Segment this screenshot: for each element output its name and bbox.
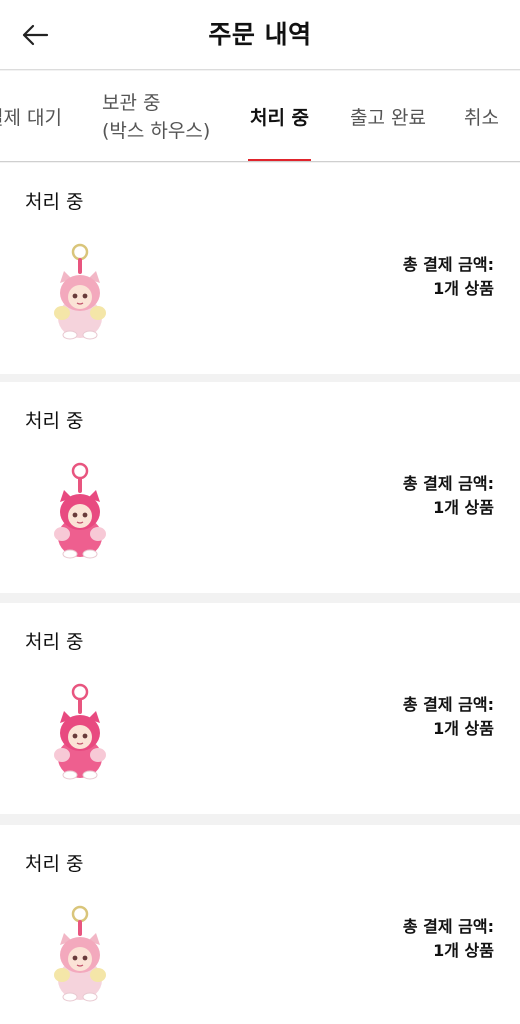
- order-status: 처리 중: [25, 191, 84, 213]
- tab-label: 취소: [464, 107, 499, 129]
- product-thumbnail[interactable]: [40, 462, 120, 562]
- pink-plush-keychain-icon: [54, 905, 106, 1002]
- order-card[interactable]: 처리 중 총 결제 금액: 1개 상품: [0, 382, 520, 593]
- item-count: 1개 상품: [433, 941, 494, 960]
- order-card[interactable]: 처리 중 총 결제 금액: 1개 상품: [0, 163, 520, 374]
- product-thumbnail[interactable]: [40, 683, 120, 783]
- pink-plush-keychain-icon: [54, 683, 106, 780]
- order-status: 처리 중: [25, 410, 84, 432]
- total-payment-label: 총 결제 금액:: [402, 255, 494, 274]
- tab-label: 결제 대기: [0, 107, 62, 129]
- total-payment-label: 총 결제 금액:: [402, 474, 494, 493]
- total-payment-label: 총 결제 금액:: [402, 695, 494, 714]
- item-count: 1개 상품: [433, 279, 494, 298]
- tab-in-storage[interactable]: 보관 중 (박스 하우스): [102, 71, 211, 161]
- product-thumbnail[interactable]: [40, 905, 120, 1005]
- tab-label: 출고 완료: [350, 107, 426, 129]
- total-payment-label: 총 결제 금액:: [402, 917, 494, 936]
- app-header: 주문 내역: [0, 0, 520, 70]
- tab-payment-pending[interactable]: 결제 대기: [0, 71, 62, 161]
- order-card[interactable]: 처리 중 총 결제 금액: 1개 상품: [0, 603, 520, 814]
- tab-processing[interactable]: 처리 중: [248, 71, 311, 161]
- tab-cancelled[interactable]: 취소: [464, 71, 499, 161]
- product-thumbnail[interactable]: [40, 243, 120, 343]
- item-count: 1개 상품: [433, 719, 494, 738]
- order-card[interactable]: 처리 중 총 결제 금액: 1개 상품: [0, 825, 520, 1024]
- pink-plush-keychain-icon: [54, 243, 106, 340]
- pink-plush-keychain-icon: [54, 462, 106, 559]
- tab-shipped[interactable]: 출고 완료: [350, 71, 426, 161]
- item-count: 1개 상품: [433, 498, 494, 517]
- tab-label-line1: 보관 중: [102, 91, 161, 114]
- order-status: 처리 중: [25, 853, 84, 875]
- active-tab-indicator: [248, 159, 311, 161]
- order-status: 처리 중: [25, 631, 84, 653]
- tab-label-line2: (박스 하우스): [102, 119, 211, 142]
- tab-label: 처리 중: [249, 107, 310, 129]
- page-title: 주문 내역: [208, 20, 312, 49]
- order-status-tabs: 결제 대기 보관 중 (박스 하우스) 처리 중 출고 완료 취소: [0, 71, 520, 162]
